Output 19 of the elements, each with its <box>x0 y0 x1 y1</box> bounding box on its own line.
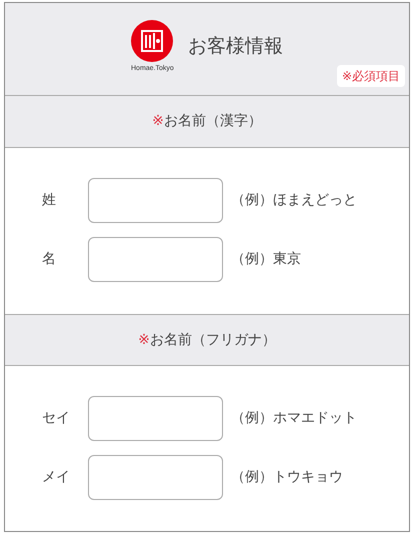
section-title: お名前（フリガナ） <box>150 330 276 350</box>
section-title: お名前（漢字） <box>164 112 262 131</box>
required-mark: ※ <box>152 112 164 131</box>
input-field[interactable] <box>88 396 223 441</box>
example-text: （例）トウキョウ <box>231 468 343 487</box>
logo-icon <box>131 20 174 62</box>
field-label: 名 <box>41 250 57 269</box>
example-text: （例）東京 <box>231 250 301 269</box>
example-text: （例）ほまえどっと <box>231 191 357 210</box>
example-text: （例）ホマエドット <box>231 409 357 428</box>
field-label: セイ <box>41 409 71 428</box>
input-field[interactable] <box>88 237 223 282</box>
field-label: メイ <box>41 468 71 487</box>
input-field[interactable] <box>88 455 223 500</box>
required-badge: ※必須項目 <box>336 65 405 87</box>
field-label: 姓 <box>41 191 57 210</box>
page-title: お客様情報 <box>188 34 283 59</box>
input-field[interactable] <box>88 178 223 223</box>
required-mark: ※ <box>138 330 150 350</box>
